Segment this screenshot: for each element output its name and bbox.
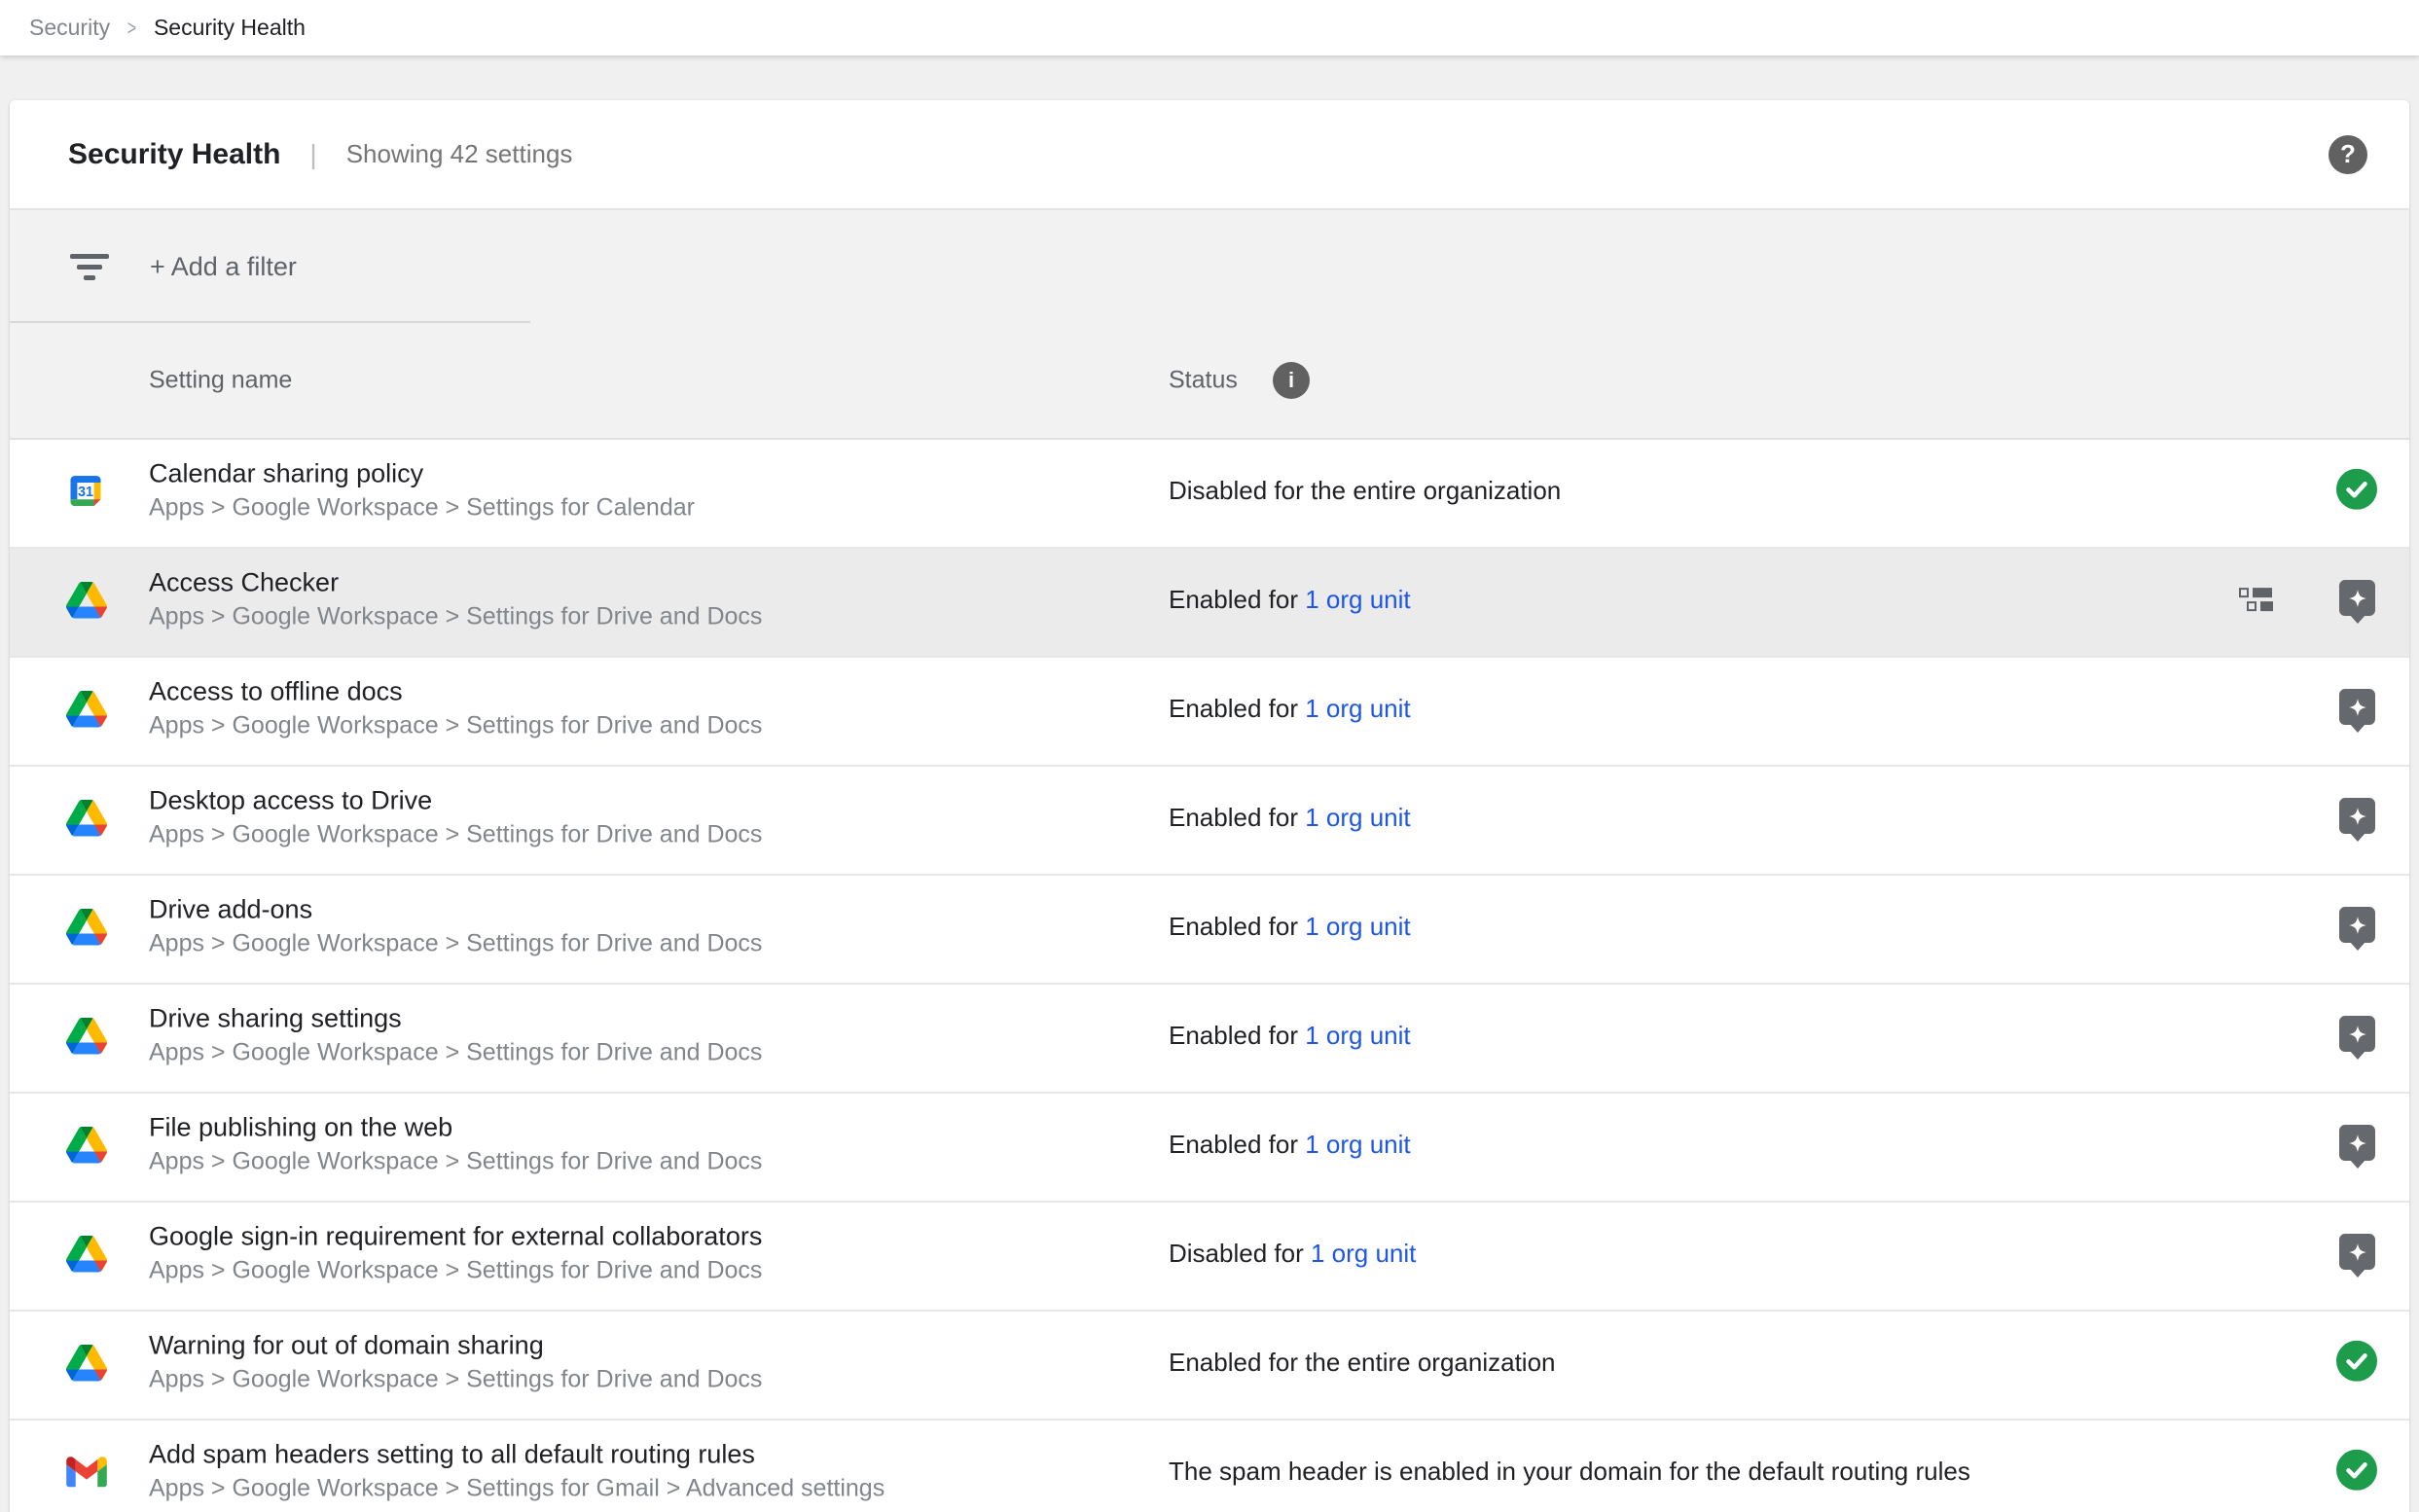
breadcrumb-current: Security Health	[154, 15, 306, 41]
recommendation-badge-icon[interactable]	[2339, 1016, 2375, 1052]
org-unit-link[interactable]: 1 org unit	[1305, 694, 1410, 723]
recommendation-badge-icon[interactable]	[2339, 798, 2375, 834]
setting-name: Desktop access to Drive	[149, 783, 762, 818]
setting-path: Apps > Google Workspace > Settings for C…	[149, 491, 695, 524]
setting-path: Apps > Google Workspace > Settings for D…	[149, 927, 762, 960]
table-row[interactable]: Google sign-in requirement for external …	[10, 1203, 2409, 1312]
setting-status: Enabled for 1 org unit	[1169, 585, 1411, 615]
setting-name: Access to offline docs	[149, 674, 762, 709]
add-filter-button[interactable]: + Add a filter	[150, 252, 297, 282]
drive-icon	[66, 1236, 107, 1273]
setting-status: Enabled for 1 org unit	[1169, 912, 1411, 942]
table-row[interactable]: Access Checker Apps > Google Workspace >…	[10, 549, 2409, 658]
filter-bar: + Add a filter	[10, 210, 2409, 323]
column-header-status: Status	[1169, 367, 1238, 395]
table-row[interactable]: Warning for out of domain sharing Apps >…	[10, 1312, 2409, 1421]
table-row[interactable]: Access to offline docs Apps > Google Wor…	[10, 658, 2409, 767]
setting-name: Warning for out of domain sharing	[149, 1328, 762, 1363]
drive-icon	[66, 909, 107, 946]
breadcrumb-separator-icon: >	[127, 16, 136, 41]
table-row[interactable]: Drive sharing settings Apps > Google Wor…	[10, 985, 2409, 1094]
recommendation-badge-icon[interactable]	[2339, 1234, 2375, 1270]
table-row[interactable]: File publishing on the web Apps > Google…	[10, 1094, 2409, 1203]
drive-icon	[66, 691, 107, 728]
setting-name: Access Checker	[149, 565, 762, 600]
help-icon[interactable]: ?	[2329, 135, 2367, 174]
drive-icon	[66, 1127, 107, 1164]
calendar-icon: 31	[66, 472, 105, 511]
setting-status: Enabled for the entire organization	[1169, 1348, 1556, 1378]
table-row[interactable]: Add spam headers setting to all default …	[10, 1421, 2409, 1512]
setting-path: Apps > Google Workspace > Settings for D…	[149, 709, 762, 742]
org-unit-link[interactable]: 1 org unit	[1305, 803, 1410, 832]
breadcrumb-parent[interactable]: Security	[29, 15, 110, 41]
sparkle-icon	[2345, 695, 2370, 720]
status-ok-icon	[2336, 1341, 2377, 1382]
page-title: Security Health	[68, 138, 280, 171]
setting-name: Drive sharing settings	[149, 1001, 762, 1036]
gmail-icon	[66, 1457, 107, 1488]
svg-text:31: 31	[78, 485, 93, 500]
setting-path: Apps > Google Workspace > Settings for D…	[149, 1036, 762, 1069]
org-units-icon[interactable]	[2239, 588, 2273, 611]
drive-icon	[66, 800, 107, 837]
setting-status: Enabled for 1 org unit	[1169, 1130, 1411, 1160]
setting-status: Disabled for 1 org unit	[1169, 1239, 1416, 1269]
setting-path: Apps > Google Workspace > Settings for D…	[149, 600, 762, 633]
sparkle-icon	[2345, 1022, 2370, 1047]
org-unit-link[interactable]: 1 org unit	[1305, 1021, 1410, 1050]
setting-path: Apps > Google Workspace > Settings for G…	[149, 1472, 885, 1505]
setting-name: Google sign-in requirement for external …	[149, 1219, 762, 1254]
setting-status: Enabled for 1 org unit	[1169, 803, 1411, 833]
sparkle-icon	[2345, 804, 2370, 829]
setting-status: Disabled for the entire organization	[1169, 476, 1561, 506]
setting-path: Apps > Google Workspace > Settings for D…	[149, 1254, 762, 1287]
settings-table-body: 31 Calendar sharing policy Apps > Google…	[10, 440, 2409, 1512]
column-header-setting-name: Setting name	[149, 367, 292, 395]
table-row[interactable]: Drive add-ons Apps > Google Workspace > …	[10, 876, 2409, 985]
recommendation-badge-icon[interactable]	[2339, 907, 2375, 943]
drive-icon	[66, 1345, 107, 1382]
filter-icon	[70, 254, 109, 280]
org-unit-link[interactable]: 1 org unit	[1305, 1130, 1410, 1159]
org-unit-link[interactable]: 1 org unit	[1311, 1239, 1416, 1268]
recommendation-badge-icon[interactable]	[2339, 1125, 2375, 1161]
setting-path: Apps > Google Workspace > Settings for D…	[149, 818, 762, 851]
title-divider: |	[309, 139, 316, 170]
setting-status: The spam header is enabled in your domai…	[1169, 1457, 1970, 1487]
status-ok-icon	[2336, 1450, 2377, 1491]
setting-name: Calendar sharing policy	[149, 456, 695, 491]
setting-path: Apps > Google Workspace > Settings for D…	[149, 1363, 762, 1396]
setting-name: Drive add-ons	[149, 892, 762, 927]
setting-name: File publishing on the web	[149, 1110, 762, 1145]
org-unit-link[interactable]: 1 org unit	[1305, 912, 1410, 941]
sparkle-icon	[2345, 1240, 2370, 1265]
setting-name: Add spam headers setting to all default …	[149, 1437, 885, 1472]
security-health-card: Security Health | Showing 42 settings ? …	[10, 100, 2409, 1512]
setting-status: Enabled for 1 org unit	[1169, 694, 1411, 724]
status-info-icon[interactable]: i	[1273, 362, 1310, 399]
sparkle-icon	[2345, 1131, 2370, 1156]
breadcrumb: Security > Security Health	[0, 0, 2419, 55]
recommendation-badge-icon[interactable]	[2339, 689, 2375, 725]
card-header: Security Health | Showing 42 settings ?	[10, 100, 2409, 210]
setting-path: Apps > Google Workspace > Settings for D…	[149, 1145, 762, 1178]
status-ok-icon	[2336, 469, 2377, 510]
settings-count: Showing 42 settings	[346, 139, 573, 169]
drive-icon	[66, 582, 107, 619]
setting-status: Enabled for 1 org unit	[1169, 1021, 1411, 1051]
table-row[interactable]: 31 Calendar sharing policy Apps > Google…	[10, 440, 2409, 549]
sparkle-icon	[2345, 913, 2370, 938]
drive-icon	[66, 1018, 107, 1055]
table-row[interactable]: Desktop access to Drive Apps > Google Wo…	[10, 767, 2409, 876]
org-unit-link[interactable]: 1 org unit	[1305, 585, 1410, 614]
table-header: Setting name Status i	[10, 323, 2409, 440]
sparkle-icon	[2345, 586, 2370, 611]
recommendation-badge-icon[interactable]	[2339, 580, 2375, 616]
